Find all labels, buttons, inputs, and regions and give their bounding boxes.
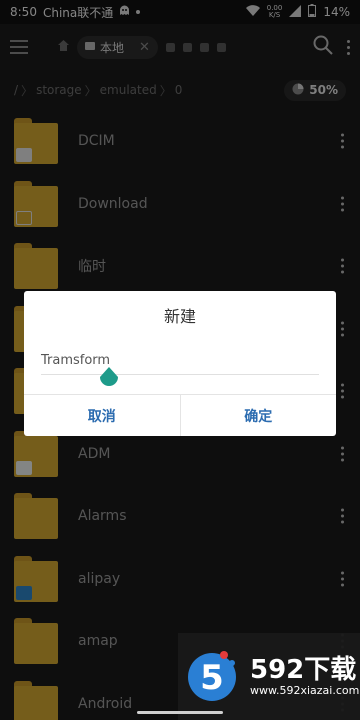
svg-text:5: 5 bbox=[200, 658, 224, 698]
watermark-title: 592下载 bbox=[250, 655, 357, 685]
dialog-buttons: 取消 确定 bbox=[24, 394, 336, 436]
input-underline bbox=[41, 374, 319, 375]
gesture-bar[interactable] bbox=[137, 711, 223, 714]
confirm-button[interactable]: 确定 bbox=[179, 395, 337, 436]
new-item-dialog: 新建 Tramsform 取消 确定 bbox=[24, 291, 336, 436]
text-cursor-handle-icon[interactable] bbox=[98, 367, 120, 389]
watermark-url: www.592xiazai.com bbox=[250, 684, 360, 697]
watermark: 5 592下载 www.592xiazai.com bbox=[178, 633, 360, 720]
name-input[interactable]: Tramsform bbox=[41, 353, 319, 368]
cancel-button[interactable]: 取消 bbox=[24, 395, 180, 436]
dialog-title: 新建 bbox=[163, 307, 196, 326]
watermark-logo-icon: 5 bbox=[184, 645, 240, 709]
